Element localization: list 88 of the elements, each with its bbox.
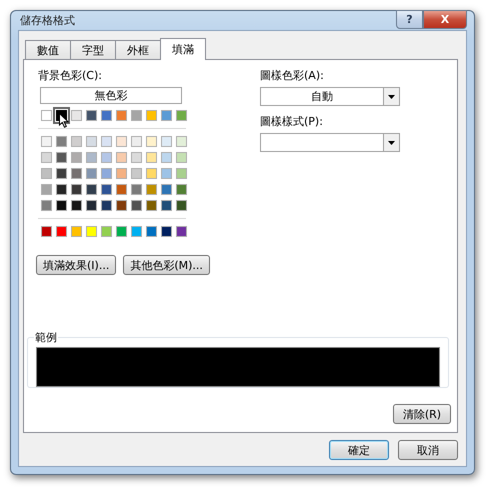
color-swatch[interactable] (146, 200, 157, 211)
color-swatch[interactable] (116, 110, 127, 121)
fill-effects-button[interactable]: 填滿效果(I)... (36, 255, 116, 275)
color-swatch[interactable] (161, 226, 172, 237)
color-swatch[interactable] (131, 136, 142, 147)
color-swatch[interactable] (56, 152, 67, 163)
color-swatch[interactable] (116, 168, 127, 179)
color-swatch[interactable] (101, 136, 112, 147)
color-swatch[interactable] (41, 200, 52, 211)
tab[interactable]: 外框 (115, 40, 161, 59)
tab[interactable]: 數值 (25, 40, 71, 59)
color-swatch[interactable] (176, 200, 187, 211)
color-swatch[interactable] (71, 184, 82, 195)
pattern-color-label: 圖樣色彩(A): (260, 68, 325, 83)
color-swatch[interactable] (56, 200, 67, 211)
window-title: 儲存格格式 (19, 13, 75, 28)
color-swatch[interactable] (71, 136, 82, 147)
color-swatch[interactable] (176, 168, 187, 179)
color-swatch[interactable] (161, 200, 172, 211)
color-swatch[interactable] (131, 184, 142, 195)
mouse-cursor-icon (59, 113, 69, 128)
color-swatch[interactable] (41, 168, 52, 179)
color-swatch[interactable] (131, 168, 142, 179)
no-color-button[interactable]: 無色彩 (40, 87, 182, 104)
more-colors-button[interactable]: 其他色彩(M)... (123, 255, 210, 275)
color-swatch[interactable] (41, 110, 52, 121)
color-swatch[interactable] (116, 152, 127, 163)
help-button[interactable]: ? (396, 10, 423, 29)
color-swatch[interactable] (71, 168, 82, 179)
color-swatch[interactable] (161, 168, 172, 179)
color-swatch[interactable] (71, 152, 82, 163)
color-swatch[interactable] (146, 184, 157, 195)
color-swatch[interactable] (56, 184, 67, 195)
clear-button[interactable]: 清除(R) (393, 404, 451, 424)
color-swatch[interactable] (86, 200, 97, 211)
color-swatch[interactable] (86, 168, 97, 179)
color-swatch[interactable] (56, 168, 67, 179)
color-swatch[interactable] (86, 226, 97, 237)
color-swatch[interactable] (116, 200, 127, 211)
color-swatch[interactable] (176, 152, 187, 163)
color-swatch[interactable] (116, 184, 127, 195)
tab[interactable]: 填滿 (160, 38, 206, 60)
tab[interactable]: 字型 (70, 40, 116, 59)
color-swatch[interactable] (161, 136, 172, 147)
cancel-button[interactable]: 取消 (398, 440, 458, 460)
close-button[interactable]: X (423, 10, 467, 29)
color-swatch[interactable] (86, 152, 97, 163)
color-swatch[interactable] (101, 110, 112, 121)
color-swatch[interactable] (161, 184, 172, 195)
color-swatch[interactable] (86, 110, 97, 121)
color-swatch[interactable] (56, 226, 67, 237)
color-swatch[interactable] (176, 136, 187, 147)
pattern-style-label: 圖樣樣式(P): (260, 114, 324, 129)
color-swatch[interactable] (41, 184, 52, 195)
color-swatch[interactable] (176, 110, 187, 121)
color-swatch[interactable] (146, 110, 157, 121)
color-swatch[interactable] (101, 168, 112, 179)
color-swatch[interactable] (116, 136, 127, 147)
background-color-label: 背景色彩(C): (38, 68, 103, 83)
color-swatch[interactable] (41, 226, 52, 237)
color-swatch[interactable] (101, 184, 112, 195)
color-swatch[interactable] (41, 136, 52, 147)
color-swatch[interactable] (131, 110, 142, 121)
color-swatch[interactable] (176, 184, 187, 195)
color-swatch[interactable] (86, 136, 97, 147)
ok-button[interactable]: 確定 (329, 440, 389, 460)
color-swatch[interactable] (71, 200, 82, 211)
color-swatch[interactable] (161, 152, 172, 163)
color-swatch[interactable] (161, 110, 172, 121)
color-swatch[interactable] (176, 226, 187, 237)
color-swatch[interactable] (71, 226, 82, 237)
color-swatch[interactable] (41, 152, 52, 163)
color-swatch[interactable] (131, 200, 142, 211)
pattern-color-dropdown[interactable]: 自動 (260, 87, 400, 106)
color-swatch[interactable] (131, 152, 142, 163)
color-swatch[interactable] (146, 168, 157, 179)
color-swatch[interactable] (71, 110, 82, 121)
color-swatch[interactable] (146, 152, 157, 163)
color-swatch[interactable] (131, 226, 142, 237)
color-swatch[interactable] (116, 226, 127, 237)
color-swatch[interactable] (101, 152, 112, 163)
color-swatch[interactable] (56, 136, 67, 147)
color-swatch[interactable] (86, 184, 97, 195)
color-swatch[interactable] (146, 226, 157, 237)
color-swatch[interactable] (146, 136, 157, 147)
sample-label: 範例 (34, 330, 58, 345)
color-swatch[interactable] (101, 226, 112, 237)
color-swatch[interactable] (101, 200, 112, 211)
